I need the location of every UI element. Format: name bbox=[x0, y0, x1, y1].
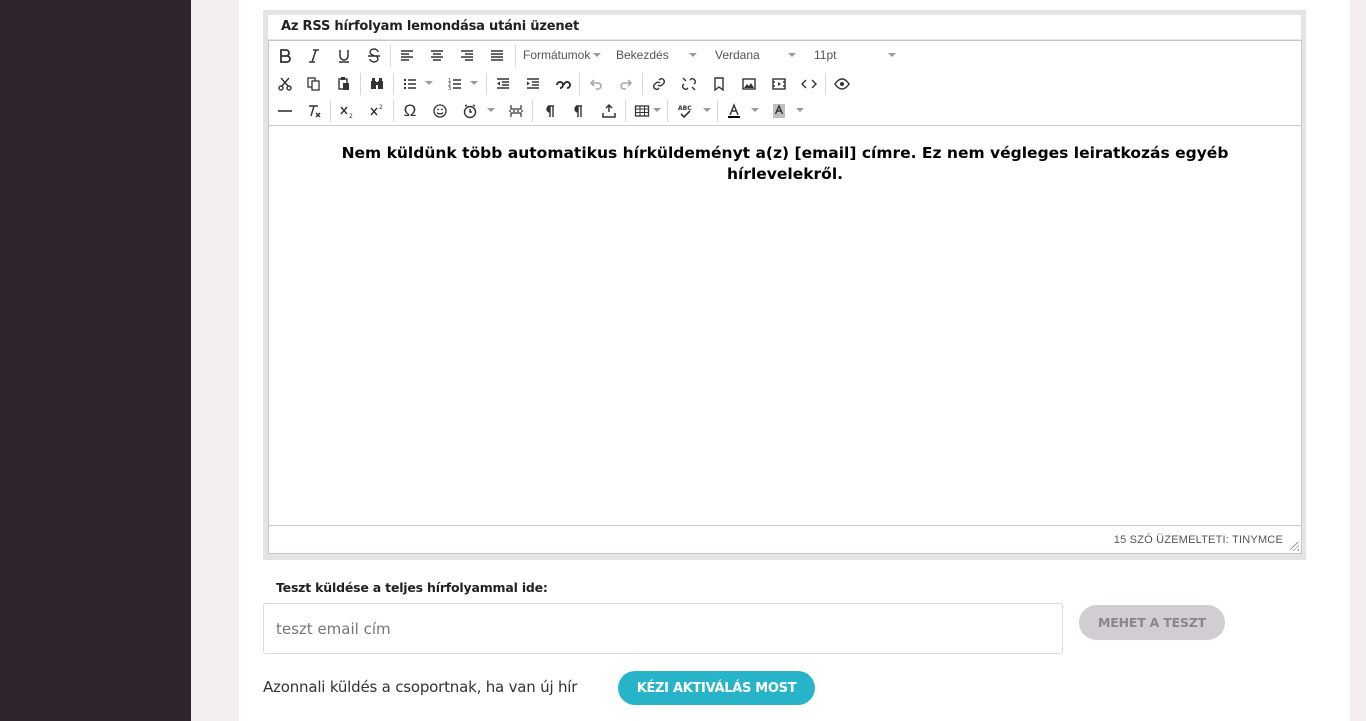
font-family-dropdown[interactable]: Verdana bbox=[715, 48, 760, 62]
block-format-dropdown[interactable]: Bekezdés bbox=[616, 48, 669, 62]
chevron-down-icon bbox=[788, 53, 796, 57]
resize-handle-icon[interactable] bbox=[1290, 542, 1299, 551]
svg-text:ABC: ABC bbox=[678, 105, 692, 112]
manual-activate-button[interactable]: KÉZI AKTIVÁLÁS MOST bbox=[618, 671, 815, 705]
chevron-down-icon[interactable] bbox=[751, 108, 759, 112]
chevron-down-icon[interactable] bbox=[653, 108, 661, 112]
outdent-icon[interactable] bbox=[490, 72, 516, 96]
formats-dropdown[interactable]: Formátumok bbox=[523, 48, 590, 62]
background-color-icon[interactable] bbox=[766, 99, 792, 123]
unlink-icon[interactable] bbox=[676, 72, 702, 96]
chevron-down-icon[interactable] bbox=[470, 81, 478, 85]
chevron-down-icon bbox=[888, 53, 896, 57]
send-test-button[interactable]: MEHET A TESZT bbox=[1079, 605, 1225, 640]
bold-icon[interactable] bbox=[272, 44, 298, 68]
clear-formatting-icon[interactable] bbox=[301, 99, 327, 123]
left-sidebar bbox=[0, 0, 191, 721]
strikethrough-icon[interactable] bbox=[361, 44, 387, 68]
copy-icon[interactable] bbox=[301, 72, 327, 96]
link-icon[interactable] bbox=[646, 72, 672, 96]
chevron-down-icon bbox=[593, 53, 601, 57]
chevron-down-icon bbox=[689, 53, 697, 57]
subscript-icon[interactable]: 2 bbox=[334, 99, 360, 123]
text-color-icon[interactable] bbox=[721, 99, 747, 123]
find-replace-icon[interactable] bbox=[364, 72, 390, 96]
chevron-down-icon[interactable] bbox=[796, 108, 804, 112]
numbered-list-icon[interactable]: 123 bbox=[442, 72, 468, 96]
code-icon[interactable] bbox=[796, 72, 822, 96]
media-icon[interactable] bbox=[766, 72, 792, 96]
table-icon[interactable] bbox=[629, 99, 655, 123]
page-break-icon[interactable] bbox=[503, 99, 529, 123]
editor-label: Az RSS hírfolyam lemondása utáni üzenet bbox=[281, 19, 580, 34]
superscript-icon[interactable]: 2 bbox=[364, 99, 390, 123]
spellcheck-icon[interactable]: ABC bbox=[672, 99, 698, 123]
paste-icon[interactable] bbox=[331, 72, 357, 96]
preview-icon[interactable] bbox=[829, 72, 855, 96]
svg-text:2: 2 bbox=[379, 104, 383, 111]
rich-text-editor: Formátumok Bekezdés Verdana 11pt 1 2 3 2… bbox=[268, 40, 1302, 554]
align-center-icon[interactable] bbox=[424, 44, 450, 68]
underline-icon[interactable] bbox=[331, 44, 357, 68]
ltr-icon[interactable] bbox=[536, 99, 562, 123]
chevron-down-icon[interactable] bbox=[703, 108, 711, 112]
anchor-icon[interactable] bbox=[706, 72, 732, 96]
svg-text:2: 2 bbox=[349, 113, 353, 119]
editor-frame: Az RSS hírfolyam lemondása utáni üzenet … bbox=[263, 10, 1306, 560]
align-justify-icon[interactable] bbox=[484, 44, 510, 68]
editor-content-area[interactable]: Nem küldünk több automatikus hírküldemén… bbox=[269, 127, 1301, 525]
chevron-down-icon[interactable] bbox=[487, 108, 495, 112]
instant-send-text: Azonnali küldés a csoportnak, ha van új … bbox=[263, 678, 578, 696]
toolbar-row-3: 2 2 Ω ABC bbox=[269, 97, 1301, 125]
test-send-label: Teszt küldése a teljes hírfolyammal ide: bbox=[276, 580, 548, 595]
test-email-input[interactable] bbox=[263, 603, 1063, 654]
content-panel: Az RSS hírfolyam lemondása utáni üzenet … bbox=[239, 0, 1350, 721]
rtl-icon[interactable] bbox=[566, 99, 592, 123]
align-right-icon[interactable] bbox=[454, 44, 480, 68]
undo-icon[interactable] bbox=[583, 72, 609, 96]
toolbar-row-2: 123 bbox=[269, 70, 1301, 98]
editor-content-text[interactable]: Nem küldünk több automatikus hírküldemén… bbox=[299, 143, 1271, 185]
font-size-dropdown[interactable]: 11pt bbox=[814, 48, 836, 62]
toolbar-row-1: Formátumok Bekezdés Verdana 11pt bbox=[269, 42, 1301, 70]
horizontal-rule-icon[interactable] bbox=[272, 99, 298, 123]
italic-icon[interactable] bbox=[301, 44, 327, 68]
cut-icon[interactable] bbox=[272, 72, 298, 96]
word-count-status: 15 SZÓ ÜZEMELTETI: TINYMCE bbox=[1113, 534, 1283, 546]
image-icon[interactable] bbox=[736, 72, 762, 96]
align-left-icon[interactable] bbox=[394, 44, 420, 68]
chevron-down-icon[interactable] bbox=[425, 81, 433, 85]
indent-icon[interactable] bbox=[520, 72, 546, 96]
bullet-list-icon[interactable] bbox=[397, 72, 423, 96]
editor-toolbar: Formátumok Bekezdés Verdana 11pt 1 2 3 2… bbox=[269, 41, 1301, 126]
insert-upload-icon[interactable] bbox=[596, 99, 622, 123]
editor-label-bar: Az RSS hírfolyam lemondása utáni üzenet bbox=[268, 15, 1301, 39]
blockquote-icon[interactable] bbox=[550, 72, 576, 96]
svg-text:3: 3 bbox=[448, 86, 451, 92]
editor-status-bar: 15 SZÓ ÜZEMELTETI: TINYMCE bbox=[269, 525, 1301, 553]
redo-icon[interactable] bbox=[613, 72, 639, 96]
omega-icon[interactable]: Ω bbox=[397, 99, 423, 123]
emoticons-icon[interactable] bbox=[427, 99, 453, 123]
datetime-icon[interactable] bbox=[457, 99, 483, 123]
